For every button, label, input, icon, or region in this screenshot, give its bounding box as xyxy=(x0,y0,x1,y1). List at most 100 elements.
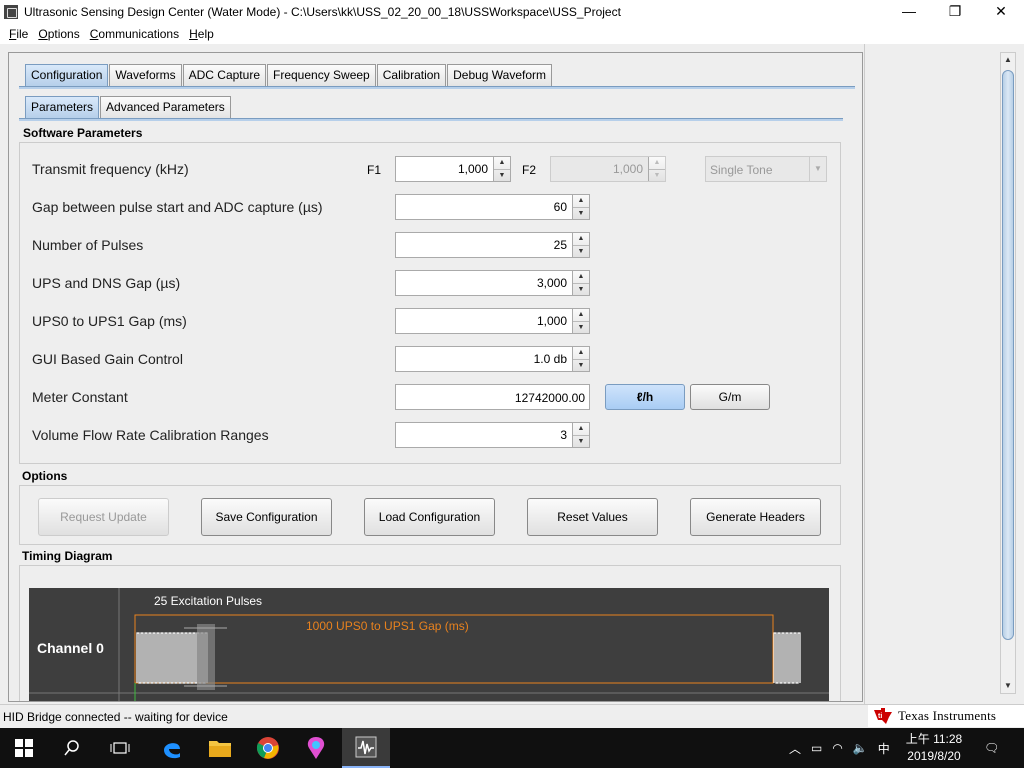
volume-flow-ranges-value: 3 xyxy=(560,428,567,442)
tab-debug-waveform[interactable]: Debug Waveform xyxy=(447,64,553,86)
spin-up-icon[interactable]: ▲ xyxy=(573,347,589,359)
pin-app-icon[interactable] xyxy=(292,728,340,768)
gain-control-label: GUI Based Gain Control xyxy=(32,351,183,367)
f1-value: 1,000 xyxy=(457,162,488,176)
load-configuration-button[interactable]: Load Configuration xyxy=(364,498,495,536)
taskbar: ︿ ▭ ◠ 🔈 中 上午 11:28 2019/8/20 🗨 xyxy=(0,728,1024,768)
f2-value: 1,000 xyxy=(612,162,643,176)
volume-flow-ranges-label: Volume Flow Rate Calibration Ranges xyxy=(32,427,269,443)
spin-up-icon[interactable]: ▲ xyxy=(573,271,589,283)
spin-up-icon[interactable]: ▲ xyxy=(573,233,589,245)
request-update-button: Request Update xyxy=(38,498,169,536)
chevron-up-icon[interactable]: ︿ xyxy=(789,740,801,757)
meter-constant-label: Meter Constant xyxy=(32,389,128,405)
spin-down-icon[interactable]: ▼ xyxy=(573,359,589,371)
num-pulses-spinner[interactable]: 25 ▲ ▼ xyxy=(395,232,590,258)
unit-liters-per-hour-button[interactable]: ℓ/h xyxy=(605,384,685,410)
f1-spinner[interactable]: 1,000 ▲ ▼ xyxy=(395,156,511,182)
subtab-underline xyxy=(19,118,843,121)
spin-up-icon[interactable]: ▲ xyxy=(573,309,589,321)
file-explorer-icon[interactable] xyxy=(196,728,244,768)
f1-label: F1 xyxy=(367,163,382,177)
ups0-ups1-gap-spinner[interactable]: 1,000 ▲ ▼ xyxy=(395,308,590,334)
right-pane xyxy=(864,44,1000,704)
content-area: Configuration Waveforms ADC Capture Freq… xyxy=(8,52,863,702)
spin-down-icon[interactable]: ▼ xyxy=(573,321,589,333)
generate-headers-button[interactable]: Generate Headers xyxy=(690,498,821,536)
excitation-pulses-left xyxy=(136,632,208,684)
svg-text:ti: ti xyxy=(878,713,882,720)
vertical-scrollbar[interactable]: ▲ ▼ xyxy=(1000,52,1016,694)
clock[interactable]: 上午 11:28 2019/8/20 xyxy=(898,731,970,765)
gain-control-spinner[interactable]: 1.0 db ▲ ▼ xyxy=(395,346,590,372)
spin-down-icon[interactable]: ▼ xyxy=(573,283,589,295)
tab-configuration[interactable]: Configuration xyxy=(25,64,109,86)
spin-down-icon[interactable]: ▼ xyxy=(494,169,510,181)
spin-down-icon[interactable]: ▼ xyxy=(573,245,589,257)
channel-0-label: Channel 0 xyxy=(37,640,104,656)
clock-time: 上午 11:28 xyxy=(905,732,963,746)
spin-down-icon[interactable]: ▼ xyxy=(573,207,589,219)
menu-options[interactable]: Options xyxy=(38,27,79,41)
software-parameters-panel: Transmit frequency (kHz) F1 1,000 ▲ ▼ F2 … xyxy=(19,142,841,464)
menu-help[interactable]: Help xyxy=(189,27,214,41)
close-button[interactable]: ✕ xyxy=(978,0,1024,24)
timing-canvas xyxy=(29,588,829,701)
spin-up-icon[interactable]: ▲ xyxy=(573,423,589,435)
spin-up-icon[interactable]: ▲ xyxy=(573,195,589,207)
gap-pulse-adc-spinner[interactable]: 60 ▲ ▼ xyxy=(395,194,590,220)
window-title: Ultrasonic Sensing Design Center (Water … xyxy=(24,5,621,19)
excitation-pulses-right xyxy=(773,632,801,684)
ups-dns-gap-spinner[interactable]: 3,000 ▲ ▼ xyxy=(395,270,590,296)
status-text: HID Bridge connected -- waiting for devi… xyxy=(3,710,228,724)
task-view-icon[interactable] xyxy=(96,728,144,768)
meter-constant-field[interactable]: 12742000.00 xyxy=(395,384,590,410)
reset-values-button[interactable]: Reset Values xyxy=(527,498,658,536)
menu-communications[interactable]: Communications xyxy=(90,27,179,41)
minimize-button[interactable]: — xyxy=(886,0,932,24)
menu-file[interactable]: File xyxy=(9,27,28,41)
f2-spinner: 1,000 ▲ ▼ xyxy=(550,156,666,182)
start-icon[interactable] xyxy=(0,728,48,768)
ime-indicator[interactable]: 中 xyxy=(878,740,890,757)
spin-up-icon[interactable]: ▲ xyxy=(494,157,510,169)
main-frame: Configuration Waveforms ADC Capture Freq… xyxy=(0,44,1024,704)
tab-parameters[interactable]: Parameters xyxy=(25,96,100,118)
scroll-thumb[interactable] xyxy=(1002,70,1014,640)
tab-advanced-parameters[interactable]: Advanced Parameters xyxy=(100,96,231,118)
save-configuration-button[interactable]: Save Configuration xyxy=(201,498,332,536)
options-heading: Options xyxy=(22,469,68,483)
app-icon xyxy=(4,5,18,19)
main-tabs: Configuration Waveforms ADC Capture Freq… xyxy=(25,64,553,86)
unit-gallons-per-minute-button[interactable]: G/m xyxy=(690,384,770,410)
num-pulses-label: Number of Pulses xyxy=(32,237,144,253)
gap-pulse-adc-label: Gap between pulse start and ADC capture … xyxy=(32,199,323,215)
spin-up-icon: ▲ xyxy=(653,159,661,166)
title-bar: Ultrasonic Sensing Design Center (Water … xyxy=(0,0,1024,24)
menu-bar: File Options Communications Help xyxy=(0,24,1024,44)
volume-icon[interactable]: 🔈 xyxy=(853,741,868,755)
timing-diagram: Channel 0 25 Excitation Pulses 1000 UPS0… xyxy=(29,588,829,701)
ups-gap-label: 1000 UPS0 to UPS1 Gap (ms) xyxy=(306,619,469,633)
tab-calibration[interactable]: Calibration xyxy=(376,64,447,86)
scroll-down-icon[interactable]: ▼ xyxy=(1001,679,1015,693)
timing-diagram-heading: Timing Diagram xyxy=(22,549,113,563)
spin-down-icon[interactable]: ▼ xyxy=(573,435,589,447)
edge-browser-icon[interactable] xyxy=(148,728,196,768)
notification-icon[interactable]: 🗨 xyxy=(984,741,999,755)
tone-mode-select: Single Tone ▼ xyxy=(705,156,827,182)
uss-app-taskbar-icon[interactable] xyxy=(342,728,390,768)
scroll-up-icon[interactable]: ▲ xyxy=(1001,53,1015,67)
tab-adc-capture[interactable]: ADC Capture xyxy=(182,64,266,86)
tone-mode-value: Single Tone xyxy=(710,163,773,177)
wifi-icon[interactable]: ◠ xyxy=(832,741,842,755)
maximize-button[interactable]: ❐ xyxy=(932,0,978,24)
excitation-pulses-label: 25 Excitation Pulses xyxy=(154,594,263,608)
chrome-icon[interactable] xyxy=(244,728,292,768)
search-icon[interactable] xyxy=(48,728,96,768)
battery-icon[interactable]: ▭ xyxy=(811,741,822,755)
volume-flow-ranges-spinner[interactable]: 3 ▲ ▼ xyxy=(395,422,590,448)
sub-tabs: Parameters Advanced Parameters xyxy=(25,96,232,118)
tab-waveforms[interactable]: Waveforms xyxy=(109,64,182,86)
tab-frequency-sweep[interactable]: Frequency Sweep xyxy=(267,64,376,86)
